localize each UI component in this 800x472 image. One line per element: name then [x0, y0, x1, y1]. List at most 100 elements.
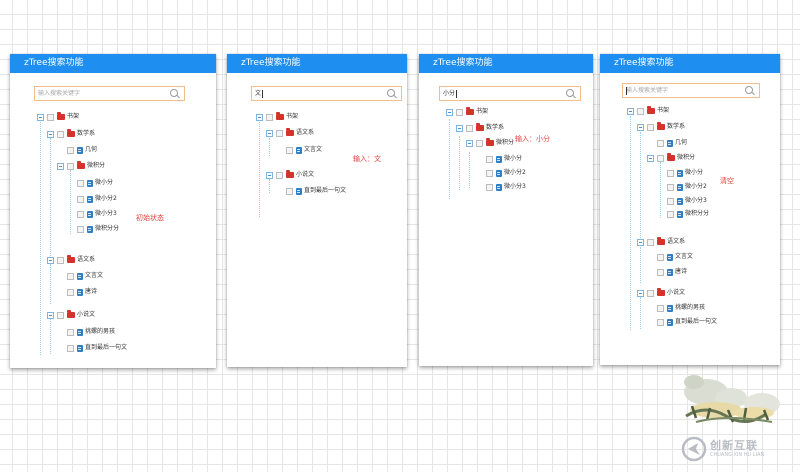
tree-node-small-1[interactable]: 微小分	[67, 178, 113, 188]
tree-node-small-3[interactable]: 微小分3	[476, 182, 526, 192]
tree-node-novel[interactable]: 小说文	[266, 170, 314, 180]
tree-node-classical[interactable]: 文言文	[57, 271, 103, 281]
node-checkbox[interactable]	[667, 169, 674, 177]
tree-node-boy[interactable]: 挑螺的男孩	[647, 303, 705, 313]
node-checkbox[interactable]	[276, 171, 283, 179]
tree-node-small-3[interactable]: 微小分3	[67, 209, 117, 219]
node-checkbox[interactable]	[657, 253, 664, 261]
collapse-toggle-icon[interactable]	[47, 256, 54, 264]
tree-node-calculus[interactable]: 微积分	[57, 161, 105, 171]
node-checkbox[interactable]	[286, 146, 293, 154]
tree-node-small-1[interactable]: 微小分	[657, 168, 703, 178]
node-checkbox[interactable]	[47, 113, 54, 121]
node-checkbox[interactable]	[67, 288, 74, 296]
node-checkbox[interactable]	[77, 179, 84, 187]
node-checkbox[interactable]	[77, 225, 84, 233]
tree-node-small-3[interactable]: 微小分3	[657, 196, 707, 206]
tree-node-novel[interactable]: 小说文	[47, 310, 95, 320]
node-checkbox[interactable]	[657, 268, 664, 276]
node-checkbox[interactable]	[456, 108, 463, 116]
node-checkbox[interactable]	[57, 256, 64, 264]
node-checkbox[interactable]	[486, 155, 493, 163]
search-input[interactable]: 文	[251, 86, 402, 101]
collapse-toggle-icon[interactable]	[266, 129, 273, 137]
collapse-toggle-icon[interactable]	[627, 107, 634, 115]
tree-node-calculus[interactable]: 微积分	[647, 153, 695, 163]
node-checkbox[interactable]	[266, 113, 273, 121]
collapse-toggle-icon[interactable]	[266, 171, 273, 179]
node-checkbox[interactable]	[67, 272, 74, 280]
node-checkbox[interactable]	[67, 344, 74, 352]
tree-node-novel[interactable]: 小说文	[637, 288, 685, 298]
search-icon[interactable]	[170, 89, 180, 99]
node-checkbox[interactable]	[57, 311, 64, 319]
collapse-toggle-icon[interactable]	[446, 108, 453, 116]
tree-node-tang-poetry[interactable]: 唐诗	[647, 267, 687, 277]
node-checkbox[interactable]	[667, 183, 674, 191]
node-checkbox[interactable]	[657, 318, 664, 326]
tree-node-geometry[interactable]: 几何	[647, 138, 687, 148]
collapse-toggle-icon[interactable]	[647, 154, 654, 162]
node-checkbox[interactable]	[647, 289, 654, 297]
node-checkbox[interactable]	[657, 154, 664, 162]
node-checkbox[interactable]	[647, 238, 654, 246]
tree-node-classical[interactable]: 文言文	[647, 252, 693, 262]
search-icon[interactable]	[387, 89, 397, 99]
node-checkbox[interactable]	[57, 130, 64, 138]
search-input[interactable]: 小分	[439, 86, 581, 101]
node-checkbox[interactable]	[67, 328, 74, 336]
collapse-toggle-icon[interactable]	[57, 162, 64, 170]
node-checkbox[interactable]	[486, 183, 493, 191]
node-checkbox[interactable]	[466, 124, 473, 132]
collapse-toggle-icon[interactable]	[466, 139, 473, 147]
tree-node-boy[interactable]: 挑螺的男孩	[57, 327, 115, 337]
tree-node-last-sentence[interactable]: 直到最后一句文	[276, 186, 346, 196]
collapse-toggle-icon[interactable]	[637, 238, 644, 246]
search-input[interactable]: 输入搜索关键字	[622, 83, 760, 98]
tree-node-chinese[interactable]: 语文系	[47, 255, 95, 265]
tree-node-tang-poetry[interactable]: 唐诗	[57, 287, 97, 297]
tree-node-last-sentence[interactable]: 直到最后一句文	[57, 343, 127, 353]
collapse-toggle-icon[interactable]	[637, 289, 644, 297]
node-checkbox[interactable]	[667, 197, 674, 205]
search-input[interactable]: 输入搜索关键字	[34, 86, 185, 101]
tree-node-bookshelf[interactable]: 书架	[256, 112, 298, 122]
tree-node-chinese[interactable]: 语文系	[637, 237, 685, 247]
node-checkbox[interactable]	[67, 162, 74, 170]
collapse-toggle-icon[interactable]	[256, 113, 263, 121]
node-checkbox[interactable]	[276, 129, 283, 137]
tree-node-small-2[interactable]: 微小分2	[657, 182, 707, 192]
node-checkbox[interactable]	[77, 210, 84, 218]
node-checkbox[interactable]	[67, 146, 74, 154]
node-checkbox[interactable]	[476, 139, 483, 147]
node-checkbox[interactable]	[77, 195, 84, 203]
node-checkbox[interactable]	[657, 304, 664, 312]
collapse-toggle-icon[interactable]	[47, 311, 54, 319]
tree-node-math[interactable]: 数学系	[47, 129, 95, 139]
node-checkbox[interactable]	[486, 169, 493, 177]
search-icon[interactable]	[745, 86, 755, 96]
tree-node-math[interactable]: 数学系	[456, 123, 504, 133]
tree-node-geometry[interactable]: 几何	[57, 145, 97, 155]
tree-node-calculus-part[interactable]: 微积分分	[67, 224, 119, 234]
tree-node-bookshelf[interactable]: 书架	[37, 112, 79, 122]
node-checkbox[interactable]	[286, 187, 293, 195]
tree-node-math[interactable]: 数学系	[637, 122, 685, 132]
node-checkbox[interactable]	[657, 139, 664, 147]
tree-node-small-2[interactable]: 微小分2	[67, 194, 117, 204]
tree-node-small-2[interactable]: 微小分2	[476, 168, 526, 178]
collapse-toggle-icon[interactable]	[37, 113, 44, 121]
tree-node-small-1[interactable]: 微小分	[476, 154, 522, 164]
tree-node-calculus-part[interactable]: 微积分分	[657, 209, 709, 219]
search-icon[interactable]	[566, 89, 576, 99]
node-checkbox[interactable]	[647, 123, 654, 131]
node-checkbox[interactable]	[637, 107, 644, 115]
tree-node-calculus[interactable]: 微积分	[466, 138, 514, 148]
tree-node-bookshelf[interactable]: 书架	[446, 107, 488, 117]
collapse-toggle-icon[interactable]	[47, 130, 54, 138]
collapse-toggle-icon[interactable]	[456, 124, 463, 132]
collapse-toggle-icon[interactable]	[637, 123, 644, 131]
tree-node-classical[interactable]: 文言文	[276, 145, 322, 155]
tree-node-bookshelf[interactable]: 书架	[627, 106, 669, 116]
node-checkbox[interactable]	[667, 210, 674, 218]
